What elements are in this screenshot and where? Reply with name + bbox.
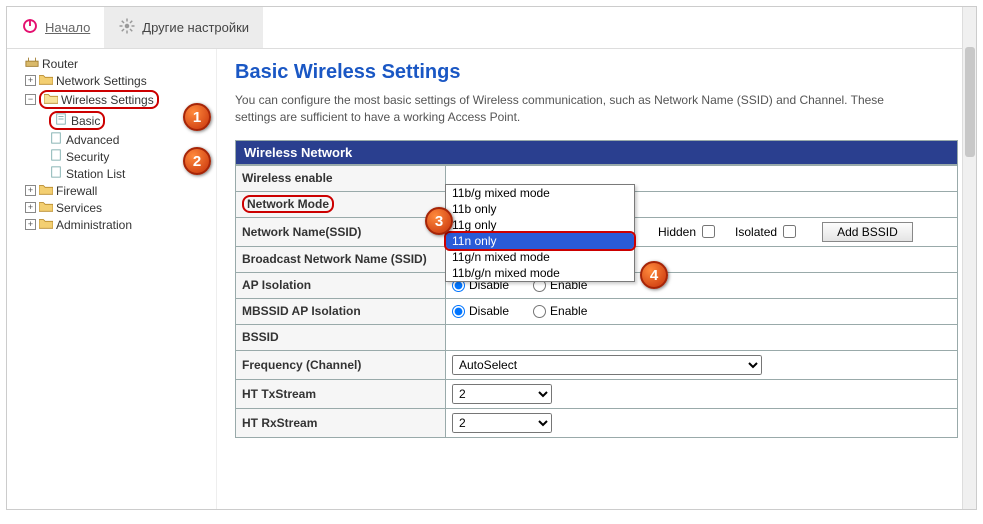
label-ht-txstream: HT TxStream [236, 379, 446, 408]
label-network-mode: Network Mode [236, 191, 446, 217]
tree-network-label: Network Settings [56, 74, 147, 88]
row-ht-rxstream: HT RxStream 2 [236, 408, 958, 437]
expand-icon[interactable]: + [25, 75, 36, 86]
callout-1: 1 [183, 103, 211, 131]
tree-services-label: Services [56, 201, 102, 215]
hidden-label: Hidden [658, 225, 696, 239]
tree-network-settings[interactable]: + Network Settings [11, 72, 212, 89]
tree-root[interactable]: Router [11, 55, 212, 72]
tree-wireless-settings[interactable]: − Wireless Settings [11, 89, 212, 110]
collapse-icon[interactable]: − [25, 94, 36, 105]
tree-basic[interactable]: Basic [11, 110, 212, 131]
page-icon [49, 149, 63, 164]
power-icon [21, 17, 39, 38]
label-frequency: Frequency (Channel) [236, 350, 446, 379]
page-icon [49, 132, 63, 147]
isolated-label: Isolated [735, 225, 777, 239]
tree-root-label: Router [42, 57, 78, 71]
ht-rxstream-select[interactable]: 2 [452, 413, 552, 433]
callout-3: 3 [425, 207, 453, 235]
row-bssid: BSSID [236, 324, 958, 350]
tree-wireless-label: Wireless Settings [61, 93, 154, 107]
expand-icon[interactable]: + [25, 185, 36, 196]
row-mbssid-isolation: MBSSID AP Isolation Disable Enable [236, 298, 958, 324]
net-mode-option[interactable]: 11b/g mixed mode [446, 185, 634, 201]
tree-administration[interactable]: + Administration [11, 216, 212, 233]
mbssid-iso-enable[interactable]: Enable [533, 304, 587, 318]
label-broadcast: Broadcast Network Name (SSID) [236, 246, 446, 272]
net-mode-option[interactable]: 11g only [446, 217, 634, 233]
gear-icon [118, 17, 136, 38]
tree-basic-label: Basic [71, 114, 100, 128]
isolated-checkbox[interactable] [783, 225, 796, 238]
page-description: You can configure the most basic setting… [235, 92, 925, 126]
folder-icon [39, 183, 53, 198]
net-mode-option[interactable]: 11g/n mixed mode [446, 249, 634, 265]
net-mode-option-selected[interactable]: 11n only [446, 233, 634, 249]
label-ap-isolation: AP Isolation [236, 272, 446, 298]
tab-home-label: Начало [45, 20, 90, 35]
folder-open-icon [44, 92, 58, 107]
label-ssid: Network Name(SSID) [236, 217, 446, 246]
label-mbssid-isolation: MBSSID AP Isolation [236, 298, 446, 324]
tree-station-label: Station List [66, 167, 125, 181]
add-bssid-button[interactable]: Add BSSID [822, 222, 913, 242]
router-icon [25, 56, 39, 71]
cell-bssid [446, 324, 958, 350]
row-ht-txstream: HT TxStream 2 [236, 379, 958, 408]
top-tabs: Начало Другие настройки [7, 7, 976, 49]
row-frequency: Frequency (Channel) AutoSelect [236, 350, 958, 379]
folder-icon [39, 200, 53, 215]
tree-advanced[interactable]: Advanced [11, 131, 212, 148]
tree-firewall-label: Firewall [56, 184, 97, 198]
tree-services[interactable]: + Services [11, 199, 212, 216]
net-mode-option[interactable]: 11b/g/n mixed mode [446, 265, 634, 281]
label-wireless-enable: Wireless enable [236, 165, 446, 191]
label-bssid: BSSID [236, 324, 446, 350]
tab-other-settings[interactable]: Другие настройки [104, 7, 263, 48]
tree-advanced-label: Advanced [66, 133, 119, 147]
callout-2: 2 [183, 147, 211, 175]
mbssid-iso-enable-radio[interactable] [533, 305, 546, 318]
panel-header: Wireless Network [235, 140, 958, 165]
net-mode-option[interactable]: 11b only [446, 201, 634, 217]
page-icon [54, 113, 68, 128]
tab-home[interactable]: Начало [7, 7, 104, 48]
expand-icon[interactable]: + [25, 202, 36, 213]
network-mode-dropdown[interactable]: 11b/g mixed mode 11b only 11g only 11n o… [445, 184, 635, 282]
tree-firewall[interactable]: + Firewall [11, 182, 212, 199]
expand-icon[interactable]: + [25, 219, 36, 230]
tree-admin-label: Administration [56, 218, 132, 232]
callout-4: 4 [640, 261, 668, 289]
tab-other-label: Другие настройки [142, 20, 249, 35]
tree-security[interactable]: Security [11, 148, 212, 165]
tree-station-list[interactable]: Station List [11, 165, 212, 182]
frequency-select[interactable]: AutoSelect [452, 355, 762, 375]
mbssid-iso-disable[interactable]: Disable [452, 304, 509, 318]
hidden-checkbox[interactable] [702, 225, 715, 238]
folder-icon [39, 73, 53, 88]
folder-icon [39, 217, 53, 232]
mbssid-iso-disable-radio[interactable] [452, 305, 465, 318]
page-icon [49, 166, 63, 181]
tree-security-label: Security [66, 150, 109, 164]
ht-txstream-select[interactable]: 2 [452, 384, 552, 404]
page-title: Basic Wireless Settings [235, 61, 958, 84]
label-ht-rxstream: HT RxStream [236, 408, 446, 437]
